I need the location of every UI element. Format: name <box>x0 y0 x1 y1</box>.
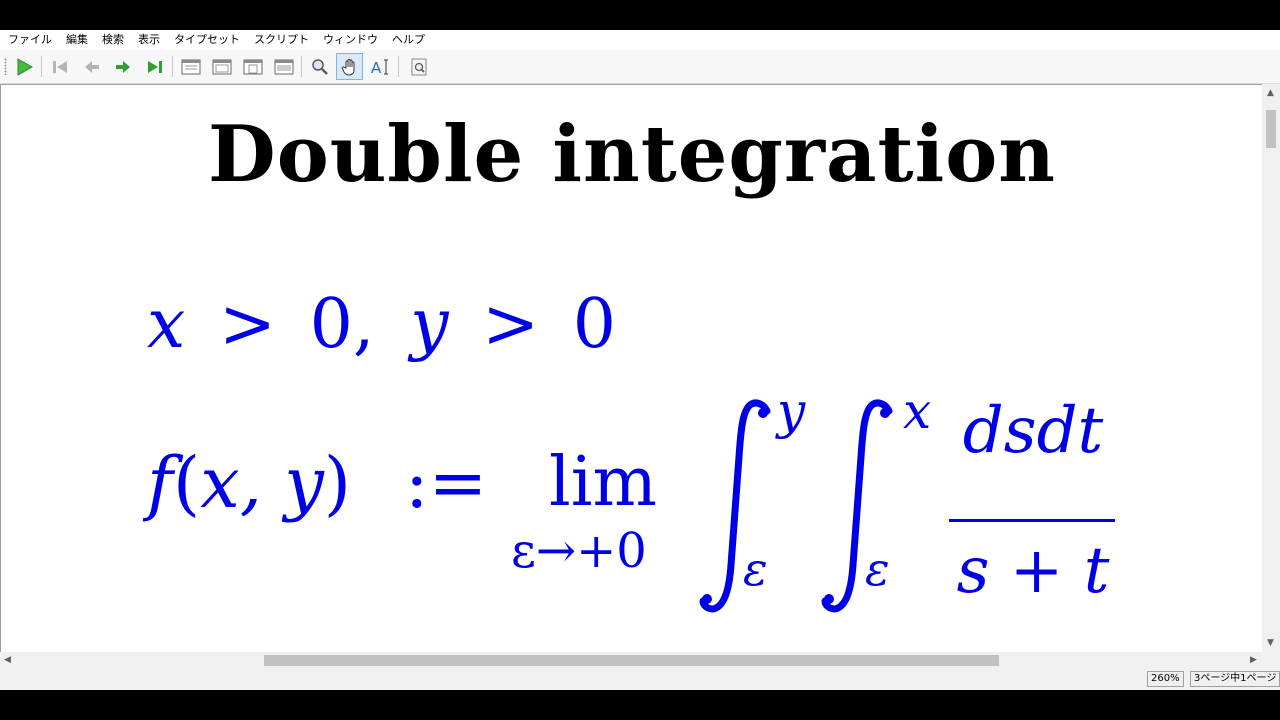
var-x: x <box>147 285 186 364</box>
menu-help[interactable]: ヘルプ <box>385 30 432 50</box>
fit-width-icon <box>274 59 293 74</box>
horizontal-scroll-thumb[interactable] <box>264 655 999 666</box>
inner-lower-limit: ε <box>865 542 890 596</box>
continuous-page-button[interactable] <box>208 53 235 80</box>
magnify-button[interactable] <box>306 53 333 80</box>
single-page-icon <box>181 59 200 74</box>
document-title: Double integration <box>208 109 1056 200</box>
fraction-bar <box>949 519 1115 522</box>
last-page-button[interactable] <box>141 53 168 80</box>
open-paren: ( <box>172 442 201 524</box>
next-page-icon <box>115 60 130 73</box>
limit-subscript: ε→+0 <box>511 523 647 579</box>
status-bar: 260% 3ページ中1ページ <box>0 669 1280 690</box>
menu-edit[interactable]: 編集 <box>59 30 95 50</box>
outer-upper-limit: y <box>777 382 806 440</box>
typeset-icon <box>17 57 33 76</box>
scroll-left-icon[interactable]: ◀ <box>4 655 11 665</box>
first-page-button[interactable] <box>46 53 73 80</box>
find-button[interactable] <box>405 53 432 80</box>
horizontal-scrollbar[interactable]: ◀ ▶ <box>0 652 1262 669</box>
continuous-page-icon <box>212 59 231 74</box>
typeset-button[interactable] <box>10 53 37 80</box>
toolbar-separator <box>41 56 42 77</box>
outer-lower-limit: ε <box>743 542 768 596</box>
toolbar: A <box>0 50 1280 84</box>
scroll-right-icon[interactable]: ▶ <box>1250 655 1257 665</box>
toolbar-separator <box>301 56 302 77</box>
greater-than-sign: > <box>482 285 540 364</box>
greater-than-sign: > <box>218 285 276 364</box>
fit-width-button[interactable] <box>270 53 297 80</box>
close-paren: ) <box>323 442 352 524</box>
next-page-button[interactable] <box>109 53 136 80</box>
zero: 0 <box>309 285 353 364</box>
previous-page-icon <box>84 60 99 73</box>
hand-tool-icon <box>341 58 354 76</box>
limit-operator: lim <box>549 443 657 522</box>
scroll-down-icon[interactable]: ▼ <box>1267 638 1274 648</box>
svg-text:A: A <box>371 59 382 77</box>
condition-line: x > 0, y > 0 <box>147 285 616 365</box>
toolbar-separator <box>172 56 173 77</box>
menu-bar: ファイル 編集 検索 表示 タイプセット スクリプト ウィンドウ ヘルプ <box>0 30 1280 50</box>
comma: , <box>352 285 375 364</box>
menu-window[interactable]: ウィンドウ <box>316 30 385 50</box>
inner-upper-limit: x <box>903 382 932 440</box>
first-page-icon <box>52 60 67 73</box>
page-indicator: 3ページ中1ページ <box>1190 671 1280 687</box>
text-select-button[interactable]: A <box>367 53 394 80</box>
menu-view[interactable]: 表示 <box>131 30 167 50</box>
scroll-up-icon[interactable]: ▲ <box>1267 88 1274 98</box>
tex-viewer-window: ファイル 編集 検索 表示 タイプセット スクリプト ウィンドウ ヘルプ A D… <box>0 30 1280 690</box>
previous-page-button[interactable] <box>78 53 105 80</box>
menu-search[interactable]: 検索 <box>95 30 131 50</box>
text-select-icon: A <box>371 59 388 77</box>
fraction-numerator: dsdt <box>962 394 1104 468</box>
zoom-level[interactable]: 260% <box>1147 671 1184 687</box>
toolbar-grip[interactable] <box>4 58 7 75</box>
last-page-icon <box>147 60 162 73</box>
hand-tool-button[interactable] <box>336 53 363 80</box>
menu-typeset[interactable]: タイプセット <box>167 30 247 50</box>
find-icon <box>411 58 426 75</box>
vertical-scrollbar[interactable]: ▲ ▼ <box>1262 84 1280 652</box>
menu-script[interactable]: スクリプト <box>247 30 316 50</box>
var-y: y <box>410 285 449 364</box>
single-page-button[interactable] <box>177 53 204 80</box>
facing-pages-icon <box>243 59 262 74</box>
menu-file[interactable]: ファイル <box>0 30 59 50</box>
function-args: x, y <box>200 442 324 524</box>
function-name: f <box>147 442 173 524</box>
assign-operator: := <box>405 442 488 524</box>
fraction-denominator: s + t <box>956 534 1110 608</box>
document-view[interactable]: Double integration x > 0, y > 0 f(x, y) … <box>0 84 1263 653</box>
function-definition: f(x, y) <box>147 443 351 523</box>
magnify-icon <box>311 58 328 75</box>
toolbar-separator <box>398 56 399 77</box>
vertical-scroll-thumb[interactable] <box>1266 110 1276 148</box>
zero: 0 <box>572 285 617 364</box>
facing-pages-button[interactable] <box>239 53 266 80</box>
